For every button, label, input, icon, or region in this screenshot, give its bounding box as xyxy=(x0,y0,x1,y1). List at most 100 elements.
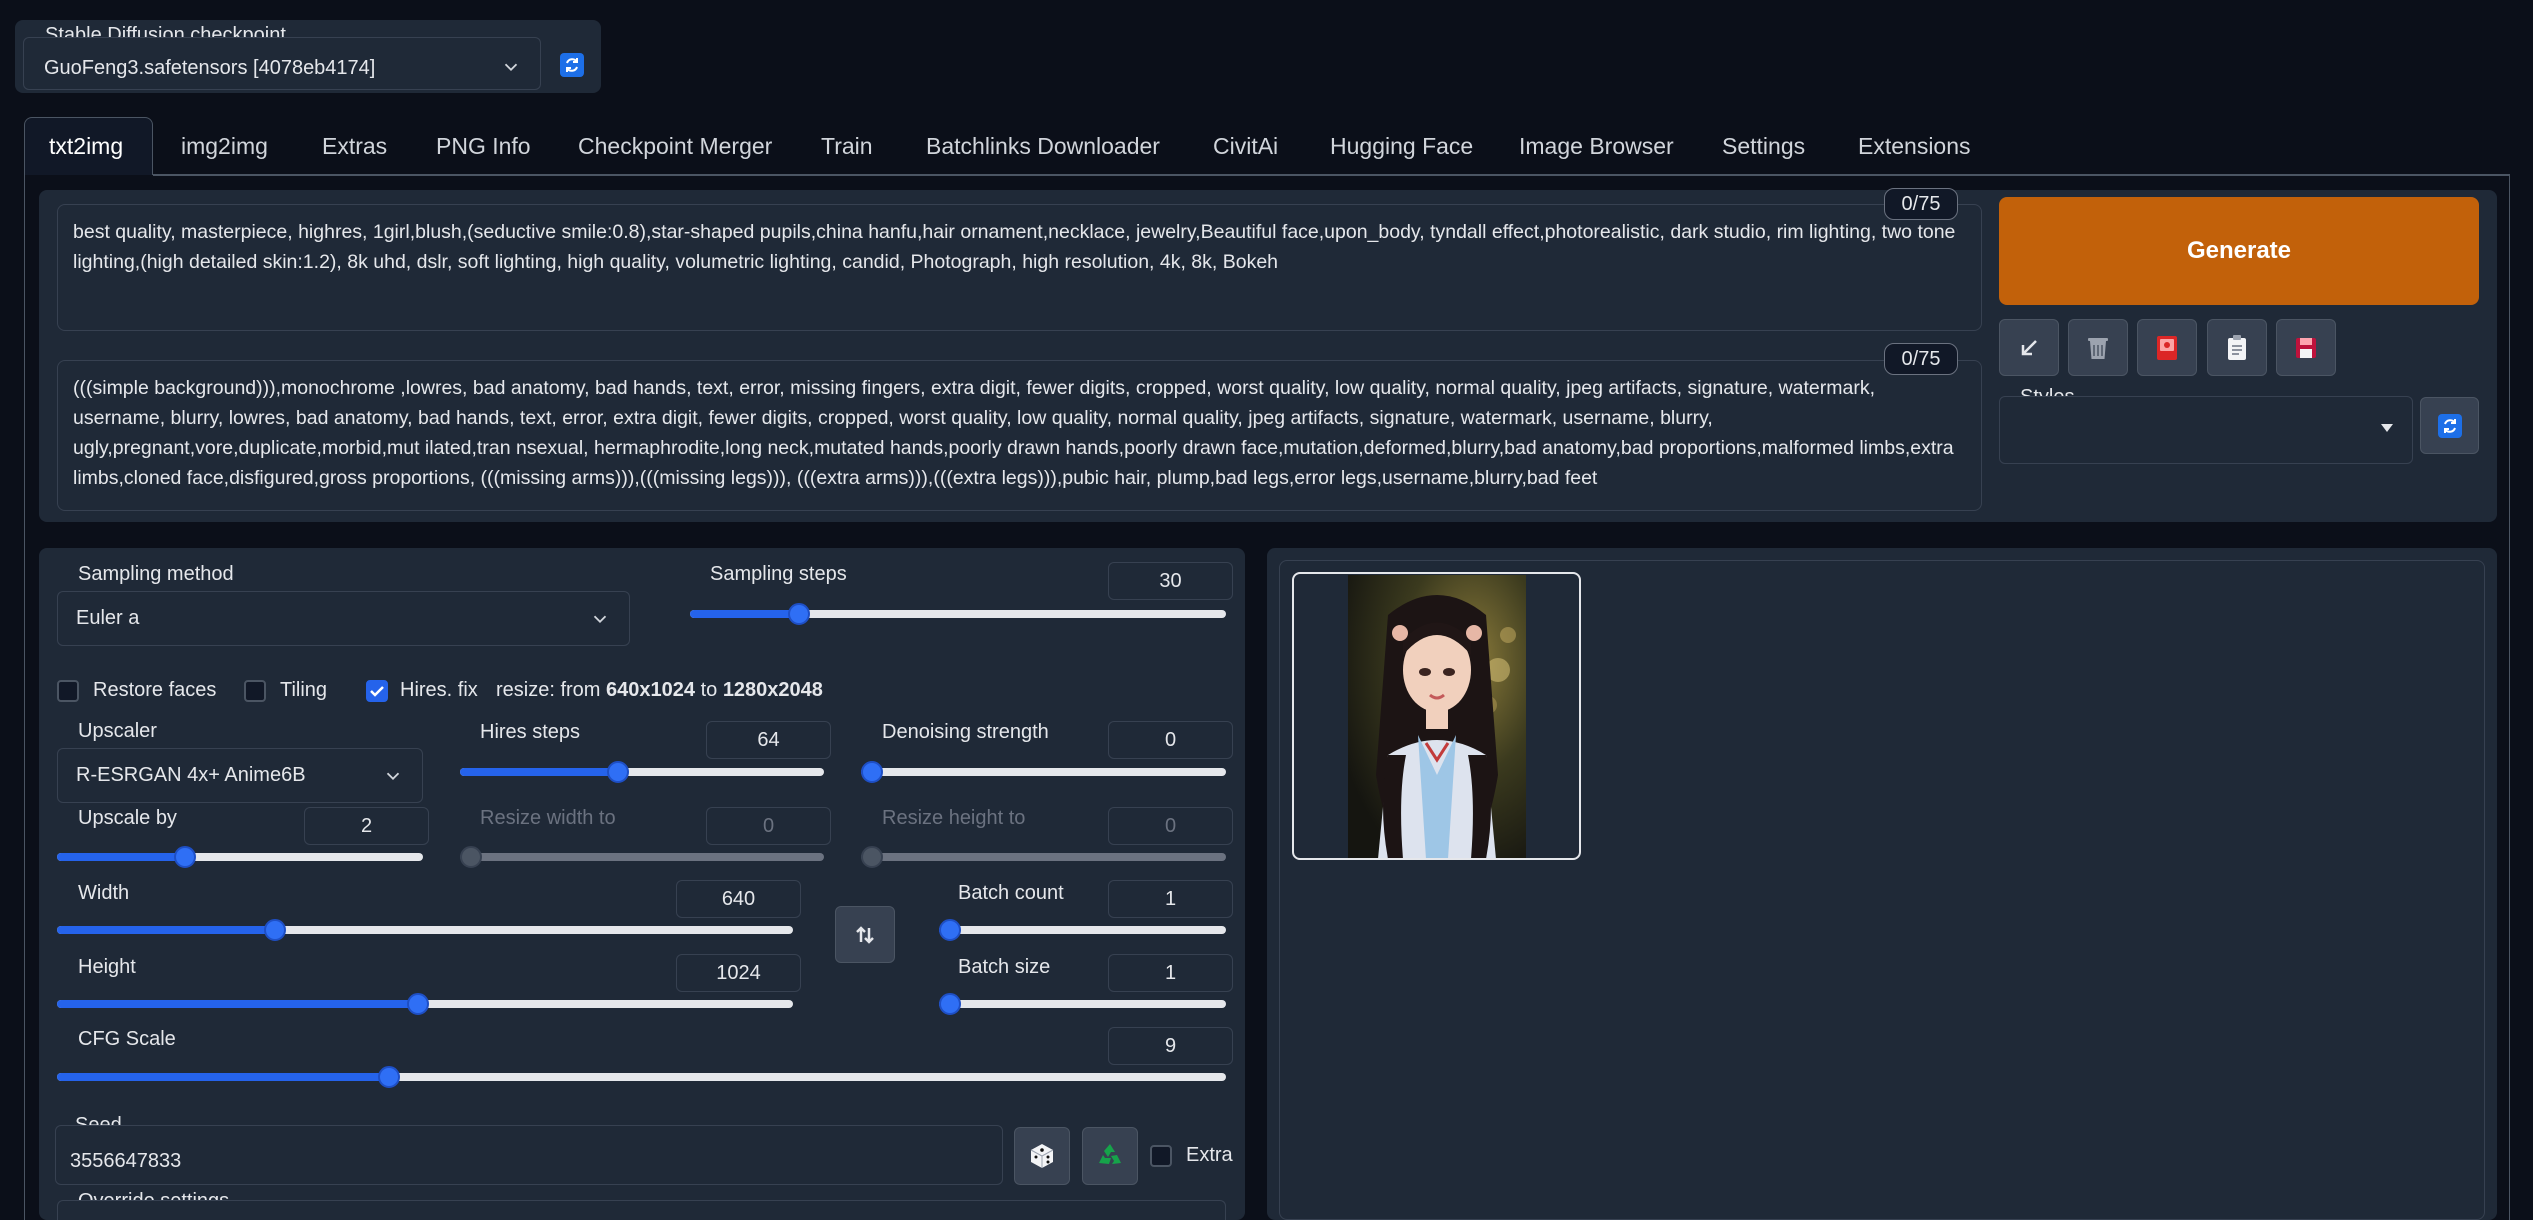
override-settings-field[interactable] xyxy=(57,1200,1226,1220)
upscaler-dropdown[interactable]: R-ESRGAN 4x+ Anime6B xyxy=(57,748,423,803)
slider-thumb xyxy=(861,846,883,868)
denoising-strength-slider[interactable] xyxy=(861,761,1226,783)
generate-button[interactable]: Generate xyxy=(1999,197,2479,305)
clear-prompt-button[interactable] xyxy=(2068,319,2128,376)
batch-size-input[interactable]: 1 xyxy=(1108,954,1233,992)
batch-count-input[interactable]: 1 xyxy=(1108,880,1233,918)
refresh-checkpoints-button[interactable] xyxy=(555,48,589,82)
tab-bar: txt2img img2img Extras PNG Info Checkpoi… xyxy=(24,117,2510,177)
refresh-icon xyxy=(2437,413,2462,438)
save-style-button[interactable] xyxy=(2276,319,2336,376)
resize-height-label: Resize height to xyxy=(882,807,1026,829)
slider-thumb[interactable] xyxy=(406,993,429,1015)
tab-image-browser[interactable]: Image Browser xyxy=(1519,117,1674,175)
settings-panel xyxy=(39,548,1245,1220)
tab-checkpoint-merger[interactable]: Checkpoint Merger xyxy=(578,117,772,175)
sampling-steps-input[interactable]: 30 xyxy=(1108,562,1233,600)
chevron-down-icon xyxy=(593,615,607,624)
resize-width-label: Resize width to xyxy=(480,807,616,829)
extra-seed-label: Extra xyxy=(1186,1144,1233,1166)
checkmark-icon xyxy=(370,686,384,697)
tiling-checkbox[interactable] xyxy=(244,680,266,702)
arrow-down-left-icon xyxy=(2021,339,2037,355)
resize-height-slider xyxy=(861,846,1226,868)
caret-down-icon xyxy=(2381,424,2393,432)
tab-settings[interactable]: Settings xyxy=(1722,117,1805,175)
sampling-method-label: Sampling method xyxy=(78,563,234,585)
slider-thumb[interactable] xyxy=(939,919,961,941)
slider-thumb[interactable] xyxy=(787,603,810,625)
batch-size-slider[interactable] xyxy=(939,993,1226,1015)
save-floppy-icon xyxy=(2296,337,2316,358)
show-extra-networks-button[interactable] xyxy=(2137,319,2197,376)
tab-txt2img[interactable]: txt2img xyxy=(24,117,153,175)
cfg-scale-input[interactable]: 9 xyxy=(1108,1027,1233,1065)
slider-thumb[interactable] xyxy=(264,919,287,941)
tiling-label: Tiling xyxy=(280,679,328,701)
resize-from: 640x1024 xyxy=(606,679,696,701)
width-slider[interactable] xyxy=(57,919,793,941)
slider-thumb[interactable] xyxy=(173,846,196,868)
restore-faces-checkbox[interactable] xyxy=(57,680,79,702)
checkpoint-dropdown[interactable]: GuoFeng3.safetensors [4078eb4174] xyxy=(23,37,541,90)
tab-civitai[interactable]: CivitAi xyxy=(1213,117,1278,175)
chevron-down-icon xyxy=(386,772,400,781)
height-input[interactable]: 1024 xyxy=(676,954,801,992)
extra-seed-checkbox[interactable] xyxy=(1150,1145,1172,1167)
random-seed-button[interactable] xyxy=(1014,1127,1070,1185)
prompt-token-counter: 0/75 xyxy=(1884,188,1958,220)
chevron-down-icon xyxy=(504,63,518,72)
hires-fix-checkbox[interactable] xyxy=(366,680,388,702)
tab-train[interactable]: Train xyxy=(821,117,873,175)
extra-networks-card-icon xyxy=(2157,335,2177,360)
slider-thumb[interactable] xyxy=(378,1066,401,1088)
resize-width-input: 0 xyxy=(706,807,831,845)
restore-faces-label: Restore faces xyxy=(93,679,217,701)
swap-dimensions-button[interactable] xyxy=(835,906,895,963)
clipboard-icon xyxy=(2228,334,2246,360)
reuse-seed-button[interactable] xyxy=(1082,1127,1138,1185)
upscale-by-slider[interactable] xyxy=(57,846,423,868)
cfg-scale-slider[interactable] xyxy=(57,1066,1226,1088)
generated-image-thumbnail[interactable] xyxy=(1292,572,1581,860)
upscaler-label: Upscaler xyxy=(78,720,157,742)
slider-thumb[interactable] xyxy=(861,761,883,783)
cfg-scale-label: CFG Scale xyxy=(78,1028,176,1050)
read-parameters-button[interactable] xyxy=(1999,319,2059,376)
resize-info: resize: from 640x1024 to 1280x2048 xyxy=(496,679,823,701)
height-slider[interactable] xyxy=(57,993,793,1015)
denoising-strength-input[interactable]: 0 xyxy=(1108,721,1233,759)
seed-input[interactable]: 3556647833 xyxy=(55,1125,1003,1185)
width-input[interactable]: 640 xyxy=(676,880,801,918)
negative-prompt-token-counter: 0/75 xyxy=(1884,343,1958,375)
slider-thumb xyxy=(460,846,482,868)
hires-steps-input[interactable]: 64 xyxy=(706,721,831,759)
apply-style-button[interactable] xyxy=(2207,319,2267,376)
sampling-method-dropdown[interactable]: Euler a xyxy=(57,591,630,646)
tab-batchlinks-downloader[interactable]: Batchlinks Downloader xyxy=(926,117,1160,175)
prompt-input[interactable]: best quality, masterpiece, highres, 1gir… xyxy=(57,204,1982,331)
tab-extensions[interactable]: Extensions xyxy=(1858,117,1971,175)
sampling-steps-label: Sampling steps xyxy=(710,563,847,585)
tab-extras[interactable]: Extras xyxy=(322,117,387,175)
swap-arrows-icon xyxy=(856,925,874,944)
recycle-icon xyxy=(1099,1144,1121,1164)
hires-fix-label: Hires. fix xyxy=(400,679,478,701)
batch-size-label: Batch size xyxy=(958,956,1051,978)
styles-dropdown[interactable] xyxy=(1999,396,2413,464)
slider-thumb[interactable] xyxy=(607,761,630,783)
tab-hugging-face[interactable]: Hugging Face xyxy=(1330,117,1473,175)
batch-count-slider[interactable] xyxy=(939,919,1226,941)
checkpoint-block: Stable Diffusion checkpoint GuoFeng3.saf… xyxy=(15,20,601,93)
tab-png-info[interactable]: PNG Info xyxy=(436,117,531,175)
generated-image xyxy=(1348,575,1526,858)
upscale-by-input[interactable]: 2 xyxy=(304,807,429,845)
hires-steps-label: Hires steps xyxy=(480,721,581,743)
refresh-styles-button[interactable] xyxy=(2420,397,2479,454)
checkpoint-value: GuoFeng3.safetensors [4078eb4174] xyxy=(44,57,376,79)
slider-thumb[interactable] xyxy=(939,993,961,1015)
hires-steps-slider[interactable] xyxy=(460,761,824,783)
negative-prompt-input[interactable]: (((simple background))),monochrome ,lowr… xyxy=(57,360,1982,511)
sampling-steps-slider[interactable] xyxy=(690,603,1226,625)
tab-img2img[interactable]: img2img xyxy=(181,117,268,175)
